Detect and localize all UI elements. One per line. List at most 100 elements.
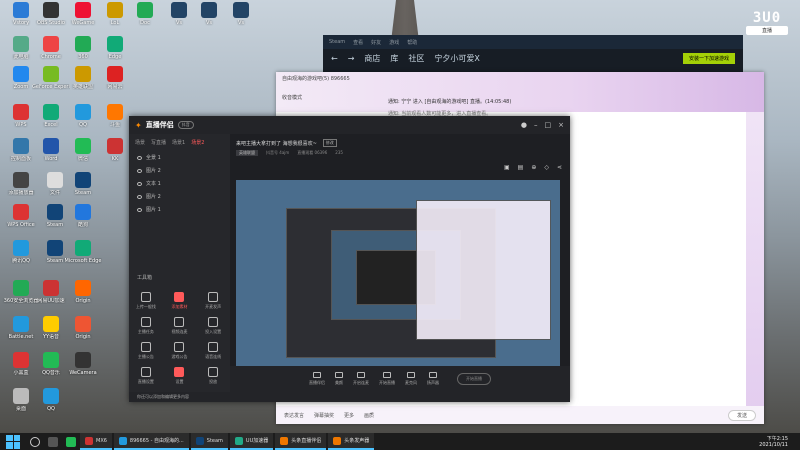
steam-menu-item[interactable]: 帮助 bbox=[407, 39, 417, 46]
avatar[interactable]: ● bbox=[521, 121, 527, 129]
edit-title-button[interactable]: 修改 bbox=[322, 139, 337, 147]
category-badge[interactable]: 英雄联盟 bbox=[236, 150, 258, 156]
steam-tab-library[interactable]: 库 bbox=[390, 53, 398, 64]
tool-button[interactable]: 主播任务 bbox=[129, 314, 163, 335]
steam-menu-item[interactable]: 好友 bbox=[371, 39, 381, 46]
desktop-icon[interactable]: Doc bbox=[126, 2, 164, 26]
source-item[interactable]: 全景 1 bbox=[129, 151, 230, 164]
windows-start-icon[interactable] bbox=[6, 434, 20, 449]
share-icon[interactable]: ⋖ bbox=[557, 164, 562, 171]
chat-toolbar-item[interactable]: 画质 bbox=[364, 412, 374, 419]
desktop-icon[interactable]: 网易云 bbox=[96, 66, 134, 90]
desktop-icon[interactable]: Origin bbox=[64, 316, 102, 340]
control-label: 扬声器 bbox=[427, 380, 439, 385]
add-icon[interactable]: ⊕ bbox=[531, 164, 536, 171]
preview-control[interactable]: 扬声器 bbox=[427, 372, 439, 386]
eye-icon[interactable] bbox=[137, 168, 142, 173]
taskbar-app[interactable]: Steam bbox=[190, 433, 228, 450]
tool-button[interactable]: 开麦发声 bbox=[196, 289, 230, 310]
desktop-icon[interactable]: 腾讯QQ bbox=[2, 240, 40, 264]
chat-menu[interactable]: 收音模式 bbox=[282, 94, 758, 101]
scene-tab[interactable]: 场景1 bbox=[172, 139, 185, 146]
chat-toolbar-item[interactable]: 表达发言 bbox=[284, 412, 304, 419]
chat-toolbar-item[interactable]: 弹幕抽奖 bbox=[314, 412, 334, 419]
chat-toolbar-item[interactable]: 更多 bbox=[344, 412, 354, 419]
tool-button[interactable]: 投放 bbox=[196, 364, 230, 385]
app-icon bbox=[43, 66, 59, 82]
control-icon bbox=[357, 372, 365, 378]
eye-icon[interactable] bbox=[137, 155, 142, 160]
eye-icon[interactable] bbox=[137, 207, 142, 212]
taskbar-app-label: MX6 bbox=[96, 437, 107, 444]
steam-menu-item[interactable]: Steam bbox=[329, 39, 345, 45]
steam-tab-profile[interactable]: 宁夕小可爱X bbox=[434, 53, 479, 64]
desktop-icon[interactable]: WeCamera bbox=[64, 352, 102, 376]
tool-label: 直播设置 bbox=[137, 379, 154, 384]
source-item[interactable]: 图片 2 bbox=[129, 164, 230, 177]
back-icon[interactable]: ← bbox=[331, 54, 338, 63]
preview-control[interactable]: 直播伴侣 bbox=[309, 372, 325, 386]
stream-preview[interactable] bbox=[236, 180, 560, 366]
stream-title[interactable]: 来吧主播大拿打到了 海想我很喜欢~ bbox=[236, 140, 317, 147]
forward-icon[interactable]: → bbox=[348, 54, 355, 63]
scene-tab[interactable]: 写直播 bbox=[151, 139, 166, 146]
steam-menu-item[interactable]: 查看 bbox=[353, 39, 363, 46]
source-item[interactable]: 图片 1 bbox=[129, 203, 230, 216]
desktop-icon[interactable]: Edge bbox=[96, 36, 134, 60]
scene-panel: 场景 写直播 场景1 场景2 全景 1 图片 2 文本 1 图片 2 图片 1 工具箱 上传一… bbox=[129, 134, 230, 392]
taskbar-app[interactable]: 头条直播伴侣 bbox=[275, 433, 327, 450]
maximize-icon[interactable]: □ bbox=[545, 121, 552, 129]
taskbar-app[interactable]: UU加速器 bbox=[229, 433, 274, 450]
lock-icon[interactable]: ▤ bbox=[518, 164, 524, 171]
preview-control[interactable]: 开启连麦 bbox=[353, 372, 369, 386]
desktop-icon[interactable]: Vs bbox=[222, 2, 260, 26]
source-item[interactable]: 图片 2 bbox=[129, 190, 230, 203]
eye-icon[interactable] bbox=[137, 194, 142, 199]
scene-tab[interactable]: 场景 bbox=[135, 139, 145, 146]
steam-tab-store[interactable]: 商店 bbox=[364, 53, 380, 64]
eye-icon[interactable] bbox=[137, 181, 142, 186]
source-item[interactable]: 文本 1 bbox=[129, 177, 230, 190]
tool-button[interactable]: 语音连线 bbox=[196, 339, 230, 360]
tool-button[interactable]: 添加素材 bbox=[163, 289, 197, 310]
taskbar-app[interactable]: 896665 - 自由观海的... bbox=[113, 433, 189, 450]
desktop-icon[interactable]: 酷狗 bbox=[64, 204, 102, 228]
chat-side-panel bbox=[746, 112, 764, 412]
tool-button[interactable]: 设置 bbox=[163, 364, 197, 385]
taskbar-app-label: 896665 - 自由观海的... bbox=[129, 438, 184, 444]
tool-label: 投放 bbox=[209, 379, 218, 384]
scene-tab[interactable]: 场景2 bbox=[191, 139, 204, 146]
gift-icon[interactable]: ▣ bbox=[504, 164, 510, 171]
desktop-icon[interactable]: 添加播放器 bbox=[2, 172, 40, 196]
steam-menu-item[interactable]: 游戏 bbox=[389, 39, 399, 46]
desktop-icon[interactable]: Microsoft Edge bbox=[64, 240, 102, 264]
minimize-icon[interactable]: – bbox=[534, 121, 538, 129]
control-icon bbox=[407, 372, 415, 378]
tool-button[interactable]: 投入设置 bbox=[196, 314, 230, 335]
tool-button[interactable]: 主播公告 bbox=[129, 339, 163, 360]
tool-button[interactable]: 视频连麦 bbox=[163, 314, 197, 335]
desktop-icon[interactable]: Origin bbox=[64, 280, 102, 304]
close-icon[interactable]: × bbox=[558, 121, 564, 129]
preview-control[interactable]: 开始直播 bbox=[379, 372, 395, 386]
tool-button[interactable]: 直播设置 bbox=[129, 364, 163, 385]
steam-tab-community[interactable]: 社区 bbox=[408, 53, 424, 64]
wechat-icon[interactable] bbox=[66, 436, 76, 447]
taskbar-app-icon bbox=[333, 436, 342, 445]
bell-icon[interactable]: ◇ bbox=[544, 164, 549, 171]
task-view-icon[interactable] bbox=[48, 436, 58, 447]
taskbar-app[interactable]: 头条发声器 bbox=[328, 433, 375, 450]
desktop-icon[interactable]: QQ bbox=[32, 388, 70, 412]
search-icon[interactable] bbox=[30, 436, 40, 447]
start-live-button[interactable]: 开始直播 bbox=[457, 373, 491, 385]
desktop-icon[interactable]: WPS Office bbox=[2, 204, 40, 228]
clock[interactable]: 下午2:15 2021/10/11 bbox=[759, 436, 800, 448]
steam-install-button[interactable]: 安装一下加速游戏 bbox=[682, 53, 735, 64]
send-button[interactable]: 发送 bbox=[727, 409, 756, 421]
taskbar-app[interactable]: MX6 bbox=[80, 433, 112, 450]
tool-button[interactable]: 游戏公告 bbox=[163, 339, 197, 360]
preview-control[interactable]: 美颜 bbox=[335, 372, 343, 386]
desktop-icon[interactable]: Steam bbox=[64, 172, 102, 196]
preview-control[interactable]: 麦克风 bbox=[405, 372, 417, 386]
tool-button[interactable]: 上传一般找 bbox=[129, 289, 163, 310]
